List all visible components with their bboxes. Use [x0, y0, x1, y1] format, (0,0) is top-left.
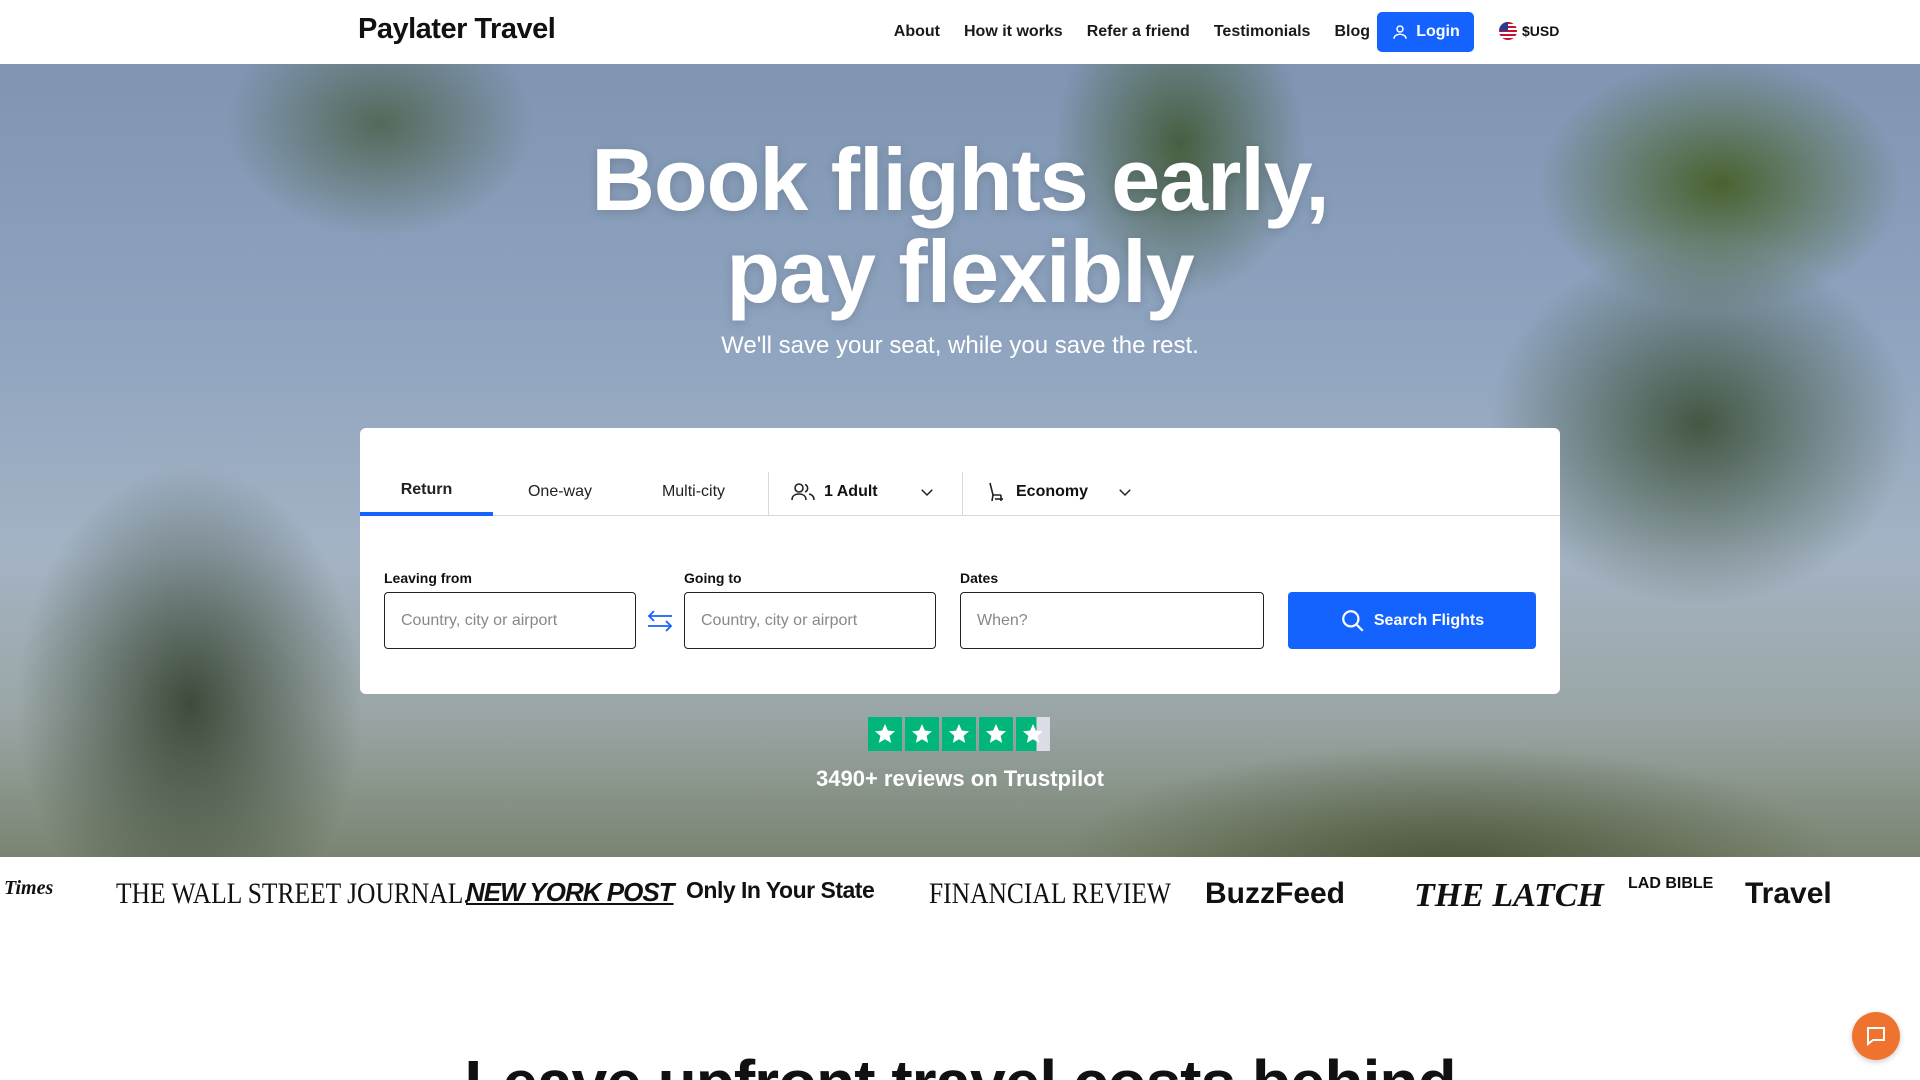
main-nav: About How it works Refer a friend Testim…	[894, 0, 1370, 64]
half-star-icon	[1016, 717, 1050, 751]
nav-refer-a-friend[interactable]: Refer a friend	[1087, 23, 1190, 41]
dates-input[interactable]: When?	[960, 592, 1264, 649]
section-title: Leave upfront travel costs behind	[0, 1046, 1920, 1080]
currency-label: $USD	[1522, 23, 1560, 39]
leaving-from-label: Leaving from	[384, 570, 472, 586]
search-flights-label: Search Flights	[1373, 611, 1485, 629]
leaving-from-input[interactable]: Country, city or airport	[384, 592, 636, 649]
going-to-input[interactable]: Country, city or airport	[684, 592, 936, 649]
tabs-divider	[768, 472, 769, 516]
press-logo-travel: Travel	[1745, 877, 1832, 910]
chat-launcher-button[interactable]	[1852, 1012, 1900, 1060]
star-icon	[979, 717, 1013, 751]
nav-how-it-works[interactable]: How it works	[964, 23, 1063, 41]
star-icon	[942, 717, 976, 751]
login-label: Login	[1416, 23, 1460, 40]
hero-title-line1: Book flights early,	[591, 130, 1329, 229]
trustpilot-stars[interactable]	[868, 717, 1050, 751]
hero-subtitle: We'll save your seat, while you save the…	[721, 332, 1199, 359]
flight-search-card: Return One-way Multi-city 1 Adult Econom…	[360, 428, 1560, 694]
passengers-dropdown[interactable]: 1 Adult	[790, 468, 950, 516]
star-icon	[905, 717, 939, 751]
press-logo-buzzfeed: BuzzFeed	[1205, 877, 1346, 910]
cabin-class-dropdown[interactable]: Economy	[986, 468, 1146, 516]
star-icon	[868, 717, 902, 751]
hero-section: Book flights early, pay flexibly We'll s…	[0, 64, 1920, 857]
currency-selector[interactable]: $USD	[1499, 22, 1559, 40]
press-logo-wsj: THE WALL STREET JOURNAL.	[116, 877, 470, 910]
trip-options-row: Return One-way Multi-city 1 Adult Econom…	[360, 468, 1560, 516]
tab-multi-city[interactable]: Multi-city	[627, 468, 760, 516]
chat-icon	[1867, 1027, 1885, 1047]
tab-one-way[interactable]: One-way	[493, 468, 627, 516]
site-header: Paylater Travel About How it works Refer…	[0, 0, 1920, 64]
going-to-label: Going to	[684, 570, 742, 586]
nav-testimonials[interactable]: Testimonials	[1214, 23, 1311, 41]
press-logo-new-york-post: NEW YORK POST	[466, 877, 675, 907]
cabin-class-value: Economy	[1016, 483, 1089, 500]
trustpilot-reviews-text[interactable]: 3490+ reviews on Trustpilot	[0, 766, 1920, 792]
press-logo-times: Times	[4, 877, 54, 899]
press-logo-the-latch: THE LATCH	[1414, 877, 1604, 914]
swap-icon[interactable]	[646, 608, 674, 634]
search-flights-button[interactable]: Search Flights	[1288, 592, 1536, 649]
search-icon	[1342, 609, 1364, 632]
nav-about[interactable]: About	[894, 23, 940, 41]
press-logo-only-in-your-state: Only In Your State	[686, 877, 875, 903]
seat-icon	[989, 482, 1003, 502]
login-button[interactable]: Login	[1377, 12, 1474, 52]
us-flag-icon	[1499, 22, 1517, 40]
passengers-icon	[791, 483, 815, 501]
nav-blog[interactable]: Blog	[1334, 23, 1370, 41]
user-icon	[1393, 25, 1407, 39]
press-logo-financial-review: FINANCIAL REVIEW	[929, 877, 1171, 910]
press-logos-strip: Times THE WALL STREET JOURNAL. NEW YORK …	[0, 857, 1920, 932]
hero-title-line2: pay flexibly	[726, 222, 1194, 321]
hero-title: Book flights early, pay flexibly	[0, 134, 1920, 318]
options-divider	[962, 472, 963, 516]
site-logo[interactable]: Paylater Travel	[358, 13, 556, 46]
tab-return[interactable]: Return	[360, 468, 493, 516]
chevron-down-icon	[1119, 489, 1131, 497]
passengers-value: 1 Adult	[824, 483, 878, 500]
dates-label: Dates	[960, 570, 999, 586]
chevron-down-icon	[921, 489, 933, 497]
press-logo-lad-bible: LAD BIBLE	[1628, 875, 1714, 892]
